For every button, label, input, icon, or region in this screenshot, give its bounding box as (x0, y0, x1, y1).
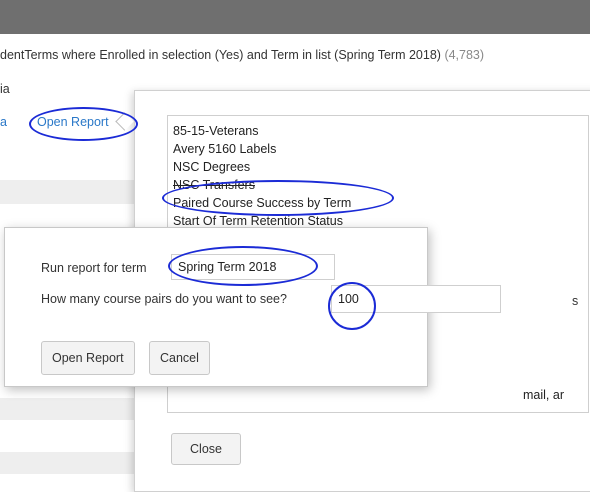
close-button[interactable]: Close (171, 433, 241, 465)
open-report-button[interactable]: Open Report (41, 341, 135, 375)
pairs-field[interactable] (331, 285, 501, 313)
list-item-partial-text: mail, ar (523, 388, 564, 402)
cancel-button[interactable]: Cancel (149, 341, 210, 375)
list-item[interactable]: NSC Transfers (168, 176, 588, 194)
pairs-label: How many course pairs do you want to see… (41, 292, 287, 306)
open-report-link[interactable]: Open Report (33, 113, 113, 131)
top-bar (0, 0, 590, 34)
side-link[interactable]: a (0, 115, 7, 129)
list-item-partial[interactable]: mail, ar (168, 388, 564, 402)
term-field[interactable] (171, 254, 335, 280)
term-label: Run report for term (41, 261, 147, 275)
table-row (0, 452, 135, 474)
list-item[interactable]: NSC Degrees (168, 158, 588, 176)
criteria-text: dentTerms where Enrolled in selection (Y… (0, 48, 441, 62)
dialog-pointer (115, 112, 134, 131)
list-item-tail-text: s (572, 294, 579, 308)
run-report-dialog: Run report for term How many course pair… (4, 227, 501, 387)
table-row (0, 398, 135, 420)
criteria-summary: dentTerms where Enrolled in selection (Y… (0, 48, 590, 62)
list-item[interactable]: 85-15-Veterans (168, 122, 588, 140)
list-item[interactable]: Avery 5160 Labels (168, 140, 588, 158)
record-count: (4,783) (444, 48, 485, 62)
table-row (0, 180, 135, 204)
side-label: ia (0, 82, 10, 96)
list-item-selected[interactable]: Paired Course Success by Term (168, 194, 588, 212)
